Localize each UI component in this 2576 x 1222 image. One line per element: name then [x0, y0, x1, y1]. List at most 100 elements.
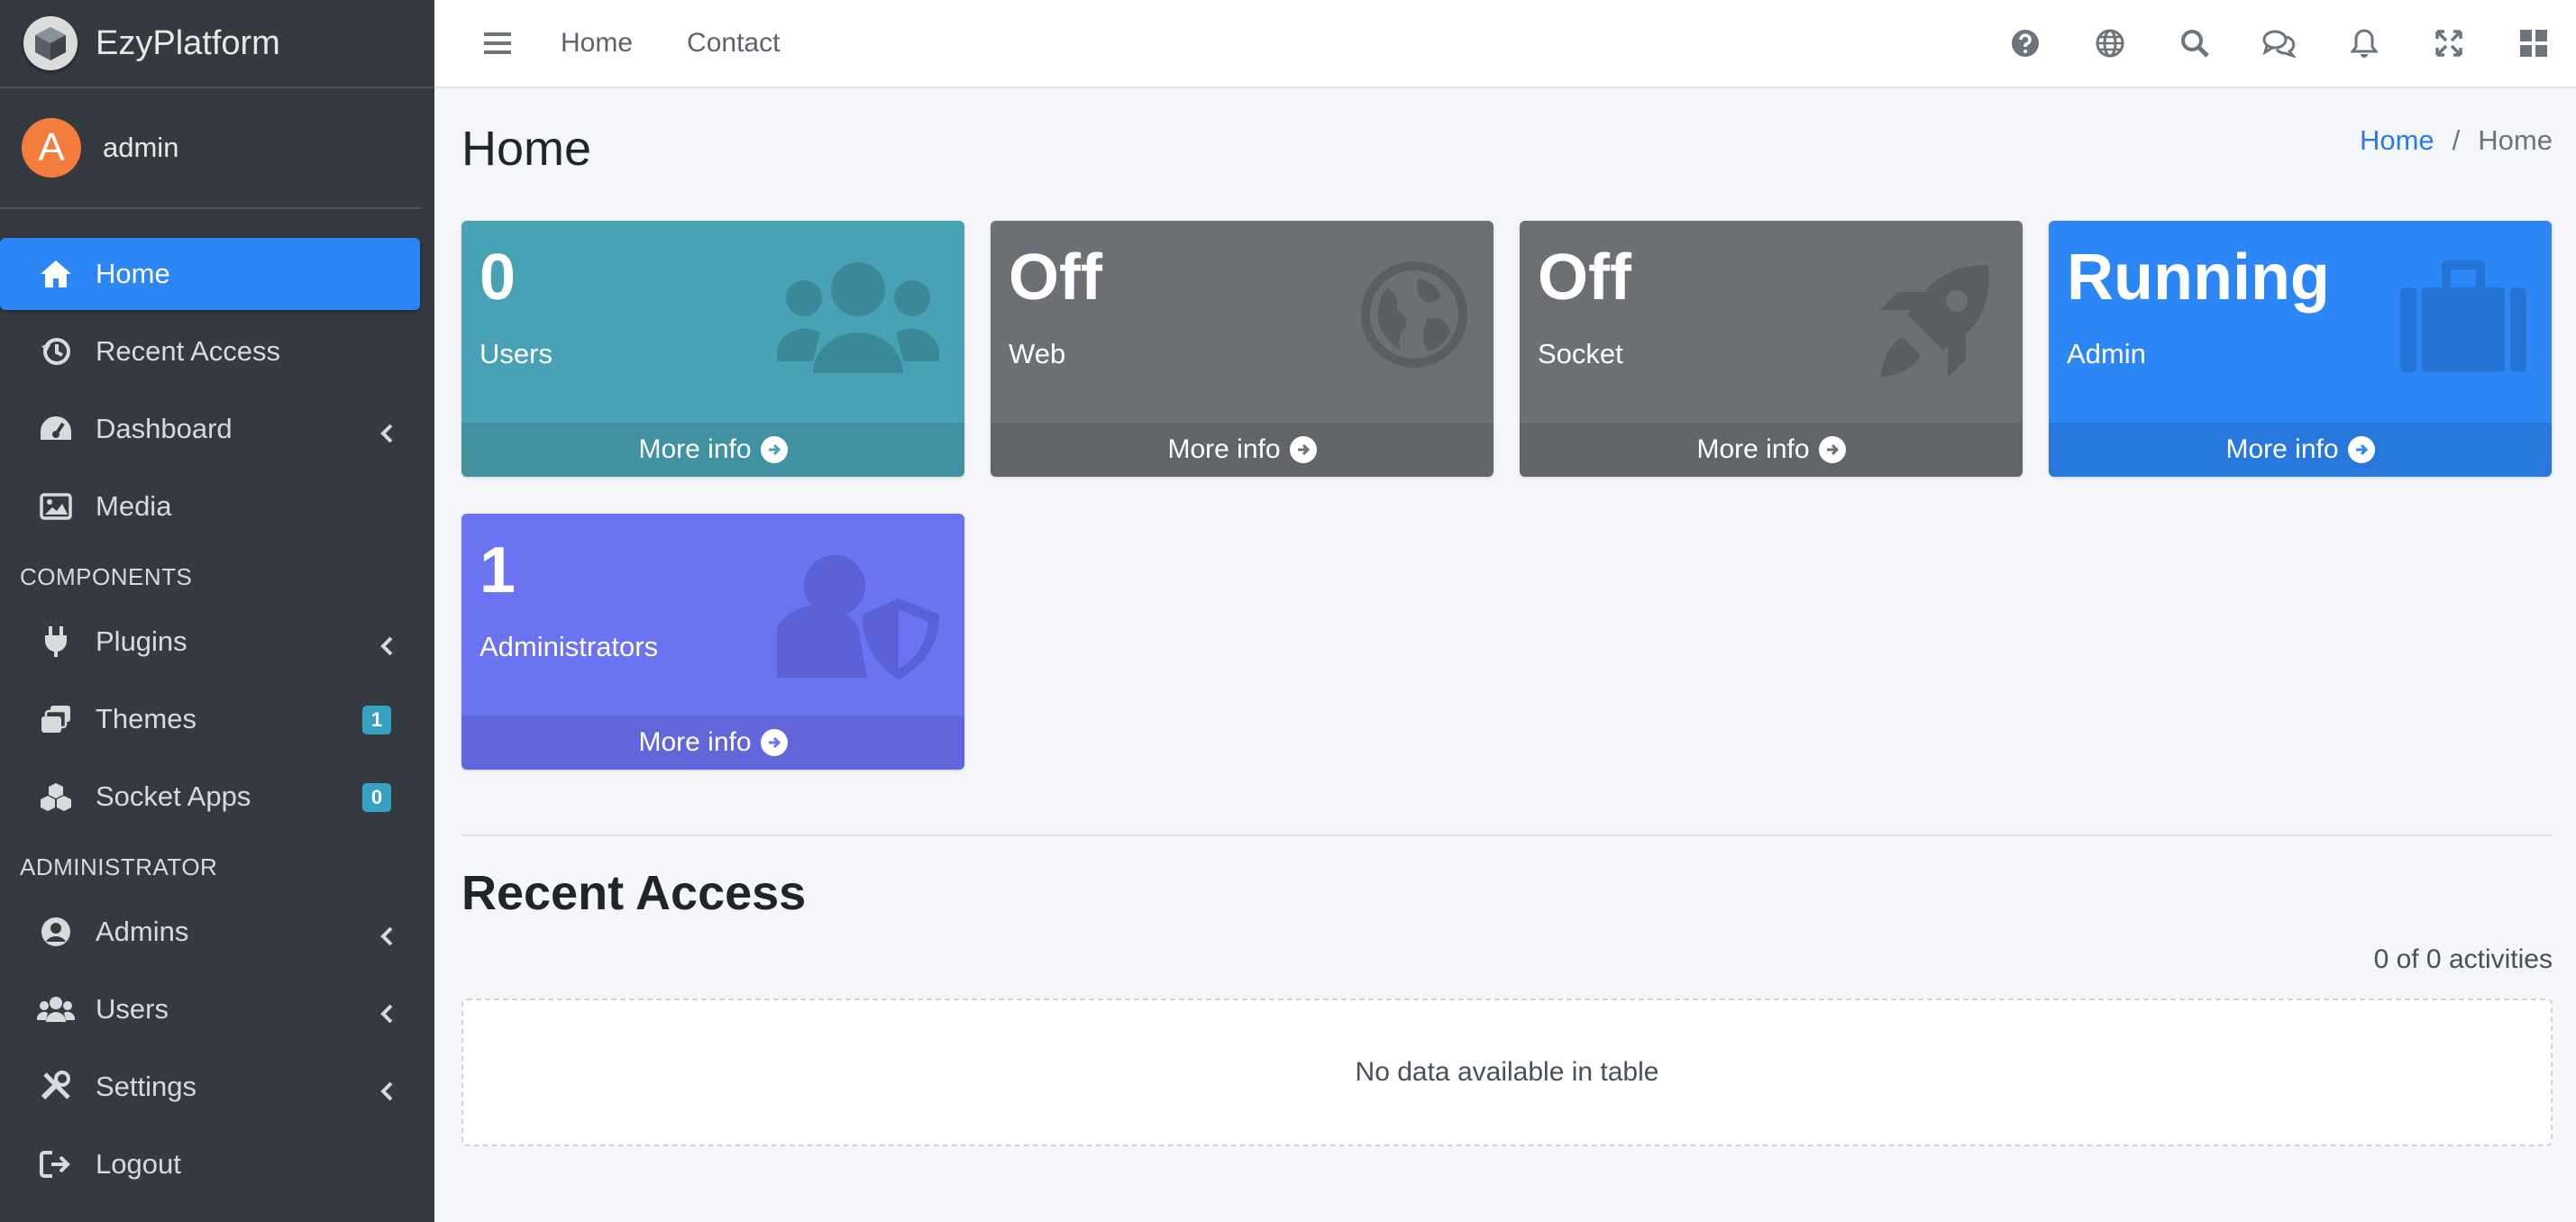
breadcrumb-current: Home	[2478, 124, 2553, 156]
fullscreen-icon[interactable]	[2407, 0, 2491, 87]
breadcrumb-home-link[interactable]: Home	[2360, 124, 2434, 156]
chevron-left-icon	[380, 631, 393, 663]
themes-icon	[36, 701, 76, 737]
user-circle-icon	[36, 914, 76, 950]
recent-access-title: Recent Access	[461, 866, 807, 920]
help-icon[interactable]	[1983, 0, 2068, 87]
more-info-link[interactable]: More info	[991, 423, 1494, 477]
sidebar-item-dashboard[interactable]: Dashboard	[0, 393, 420, 465]
top-link-home[interactable]: Home	[561, 28, 633, 59]
sidebar-item-media[interactable]: Media	[0, 470, 420, 543]
breadcrumb-separator: /	[2452, 124, 2461, 156]
chevron-left-icon	[380, 418, 393, 451]
small-box-label: Admin	[2067, 338, 2146, 369]
dashboard-icon	[36, 411, 76, 447]
small-box-value: 0	[480, 242, 516, 314]
sidebar-item-themes[interactable]: Themes 1	[0, 683, 420, 755]
top-link-contact[interactable]: Contact	[687, 28, 780, 59]
arrow-circle-right-icon	[2347, 436, 2375, 463]
bell-icon[interactable]	[2322, 0, 2407, 87]
tools-icon	[36, 1069, 76, 1105]
users-icon	[36, 991, 76, 1027]
more-info-link[interactable]: More info	[461, 716, 964, 770]
sidebar-item-label: Socket Apps	[96, 780, 251, 812]
image-icon	[36, 488, 76, 524]
small-box-label: Administrators	[480, 631, 659, 662]
small-box-web: Off Web More info	[991, 221, 1494, 477]
breadcrumb: Home / Home	[2360, 124, 2553, 157]
sidebar-item-label: Media	[96, 490, 172, 522]
empty-table-message: No data available in table	[1355, 1057, 1659, 1087]
home-icon	[36, 256, 76, 292]
small-box-label: Users	[480, 338, 553, 369]
brand[interactable]: EzyPlatform	[0, 0, 434, 88]
socket-apps-count-badge: 0	[362, 783, 391, 812]
themes-count-badge: 1	[362, 706, 391, 734]
sidebar-item-plugins[interactable]: Plugins	[0, 606, 420, 678]
hamburger-menu-icon[interactable]	[470, 32, 525, 55]
arrow-circle-right-icon	[760, 436, 788, 463]
top-icon-group	[1983, 0, 2576, 87]
sidebar-item-home[interactable]: Home	[0, 238, 420, 310]
sidebar-item-label: Home	[96, 258, 170, 289]
small-box-value: Off	[1009, 242, 1102, 314]
small-box-value: 1	[480, 534, 516, 606]
more-info-link[interactable]: More info	[2049, 423, 2552, 477]
apps-grid-icon[interactable]	[2491, 0, 2576, 87]
small-box-label: Socket	[1538, 338, 1623, 369]
sidebar-nav: Home Recent Access Dashboard Media COMPO…	[0, 209, 434, 1200]
messages-icon[interactable]	[2237, 0, 2322, 87]
sidebar-item-label: Settings	[96, 1071, 197, 1102]
users-icon	[776, 260, 940, 382]
sidebar-item-label: Admins	[96, 916, 189, 947]
more-info-link[interactable]: More info	[1520, 423, 2023, 477]
brand-logo-icon	[23, 16, 78, 70]
user-name: admin	[103, 132, 179, 163]
small-box-administrators: 1 Administrators More info	[461, 514, 964, 770]
more-info-label: More info	[638, 727, 752, 757]
sidebar-item-recent-access[interactable]: Recent Access	[0, 315, 420, 388]
nav-header-components: COMPONENTS	[20, 562, 193, 590]
chevron-left-icon	[380, 921, 393, 953]
small-box-label: Web	[1009, 338, 1066, 369]
sidebar-item-logout[interactable]: Logout	[0, 1128, 420, 1200]
section-divider	[461, 834, 2553, 836]
globe-icon	[1360, 260, 1468, 373]
more-info-label: More info	[1696, 434, 1810, 464]
rocket-icon	[1871, 260, 1997, 391]
more-info-label: More info	[638, 434, 752, 464]
sidebar-item-users[interactable]: Users	[0, 973, 420, 1045]
avatar: A	[22, 118, 81, 178]
user-shield-icon	[772, 553, 939, 684]
user-panel[interactable]: A admin	[0, 88, 422, 209]
more-info-link[interactable]: More info	[461, 423, 964, 477]
activity-count: 0 of 0 activities	[2373, 944, 2553, 974]
small-box-users: 0 Users More info	[461, 221, 964, 477]
sidebar-item-label: Themes	[96, 703, 196, 734]
sidebar-item-settings[interactable]: Settings	[0, 1051, 420, 1123]
sidebar-item-admins[interactable]: Admins	[0, 896, 420, 968]
small-box-value: Running	[2067, 242, 2330, 314]
small-box-socket: Off Socket More info	[1520, 221, 2023, 477]
chevron-left-icon	[380, 999, 393, 1031]
sidebar-item-label: Logout	[96, 1148, 181, 1180]
history-icon	[36, 333, 76, 369]
cubes-icon	[36, 779, 76, 815]
sidebar-item-label: Users	[96, 993, 169, 1025]
search-icon[interactable]	[2152, 0, 2237, 87]
sidebar-item-socket-apps[interactable]: Socket Apps 0	[0, 761, 420, 833]
sidebar: EzyPlatform A admin Home Recent Access D…	[0, 0, 434, 1222]
sidebar-item-label: Plugins	[96, 625, 187, 657]
small-box-admin: Running Admin More info	[2049, 221, 2552, 477]
page-title: Home	[461, 122, 592, 176]
sidebar-item-label: Dashboard	[96, 413, 233, 444]
more-info-label: More info	[1167, 434, 1281, 464]
logout-icon	[36, 1146, 76, 1182]
suitcase-icon	[2400, 260, 2526, 378]
arrow-circle-right-icon	[1289, 436, 1317, 463]
sidebar-item-label: Recent Access	[96, 335, 281, 367]
recent-access-table: No data available in table	[461, 999, 2553, 1146]
globe-icon[interactable]	[2068, 0, 2152, 87]
small-box-value: Off	[1538, 242, 1631, 314]
more-info-label: More info	[2225, 434, 2339, 464]
